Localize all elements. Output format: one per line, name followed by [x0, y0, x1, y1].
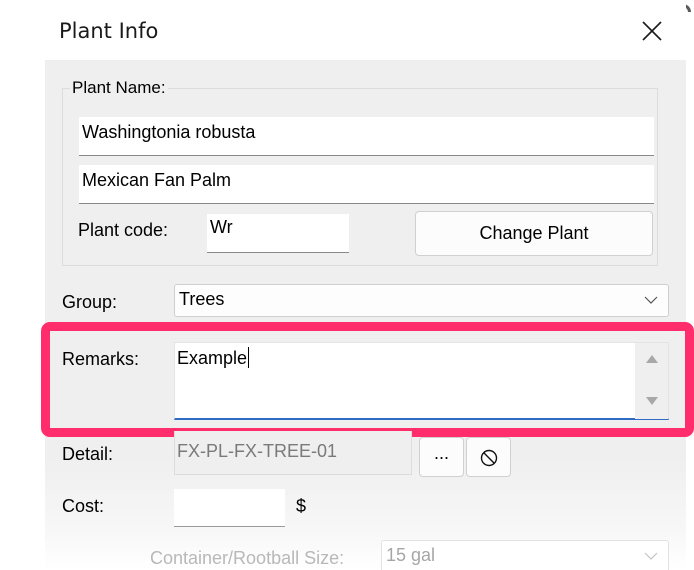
- close-button[interactable]: [639, 18, 665, 44]
- cost-input[interactable]: [174, 489, 285, 527]
- detail-label: Detail:: [62, 444, 114, 464]
- container-size-label: Container/Rootball Size:: [150, 548, 345, 568]
- text-caret: [248, 347, 250, 368]
- currency-symbol: $: [296, 496, 307, 516]
- remarks-scrollbar[interactable]: [635, 343, 668, 419]
- close-icon: [642, 21, 662, 41]
- scroll-up-arrow-icon[interactable]: [646, 355, 658, 363]
- common-name-input[interactable]: Mexican Fan Palm: [79, 165, 654, 204]
- detail-field: FX-PL-FX-TREE-01: [174, 431, 412, 475]
- group-selected-value: Trees: [179, 289, 225, 309]
- dialog-content: Plant Name: Washingtonia robusta Mexican…: [41, 60, 694, 570]
- browse-detail-button[interactable]: ...: [419, 437, 464, 477]
- remarks-value: Example: [177, 348, 248, 368]
- group-dropdown[interactable]: Trees: [174, 284, 669, 317]
- scroll-down-arrow-icon[interactable]: [646, 397, 658, 405]
- plant-code-input[interactable]: Wr: [207, 214, 349, 253]
- clear-detail-button[interactable]: [466, 437, 511, 477]
- title-bar: Plant Info: [45, 0, 686, 60]
- dialog-title: Plant Info: [59, 19, 159, 43]
- prohibited-icon: [480, 449, 498, 467]
- plant-info-dialog: Plant Info Plant Name: Washingtonia robu…: [41, 0, 694, 570]
- chevron-down-icon: [644, 296, 658, 304]
- chevron-down-icon: [644, 552, 658, 560]
- container-size-value: 15 gal: [386, 545, 436, 565]
- plant-name-label: Plant Name:: [70, 78, 168, 98]
- plant-code-label: Plant code:: [78, 220, 169, 240]
- group-label: Group:: [62, 292, 118, 312]
- remarks-textarea[interactable]: Example: [174, 342, 669, 420]
- remarks-text: Example: [177, 347, 250, 369]
- container-size-dropdown[interactable]: 15 gal: [381, 540, 669, 570]
- remarks-label: Remarks:: [62, 349, 140, 369]
- cost-label: Cost:: [62, 496, 105, 516]
- botanical-name-input[interactable]: Washingtonia robusta: [79, 117, 654, 156]
- change-plant-button[interactable]: Change Plant: [415, 211, 653, 256]
